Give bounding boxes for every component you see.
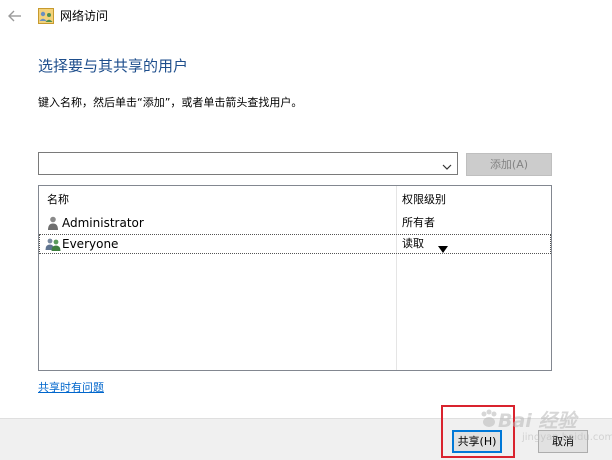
chevron-down-icon[interactable] — [441, 158, 453, 170]
user-name: Everyone — [62, 237, 119, 251]
user-icon — [45, 215, 61, 231]
title-bar: 网络访问 — [0, 0, 612, 32]
user-name-input[interactable] — [39, 153, 435, 174]
back-arrow-icon[interactable] — [6, 7, 24, 25]
cancel-button[interactable]: 取消 — [538, 430, 588, 453]
user-combobox[interactable] — [38, 152, 458, 175]
column-header-permission[interactable]: 权限级别 — [402, 193, 446, 207]
button-bar: 共享(H) 取消 — [0, 418, 612, 460]
user-name: Administrator — [62, 216, 144, 230]
add-button[interactable]: 添加(A) — [466, 153, 552, 176]
table-header: 名称 权限级别 — [39, 186, 551, 212]
column-header-name[interactable]: 名称 — [47, 193, 69, 207]
dropdown-caret-icon[interactable] — [438, 239, 448, 253]
permission-level[interactable]: 读取 — [402, 236, 424, 252]
network-share-icon — [38, 8, 54, 24]
table-row[interactable]: Administrator 所有者 — [39, 213, 551, 233]
sharing-help-link[interactable]: 共享时有问题 — [38, 381, 104, 395]
dialog-heading: 选择要与其共享的用户 — [38, 57, 189, 75]
share-button[interactable]: 共享(H) — [452, 430, 502, 453]
user-group-icon — [45, 236, 61, 252]
permission-level: 所有者 — [402, 216, 435, 229]
table-row[interactable]: Everyone 读取 — [39, 234, 551, 254]
sharing-list: 名称 权限级别 Administrator 所有者 Everyone 读取 — [38, 185, 552, 371]
instructions-text: 键入名称，然后单击“添加”，或者单击箭头查找用户。 — [38, 96, 303, 109]
window-title: 网络访问 — [60, 9, 109, 23]
